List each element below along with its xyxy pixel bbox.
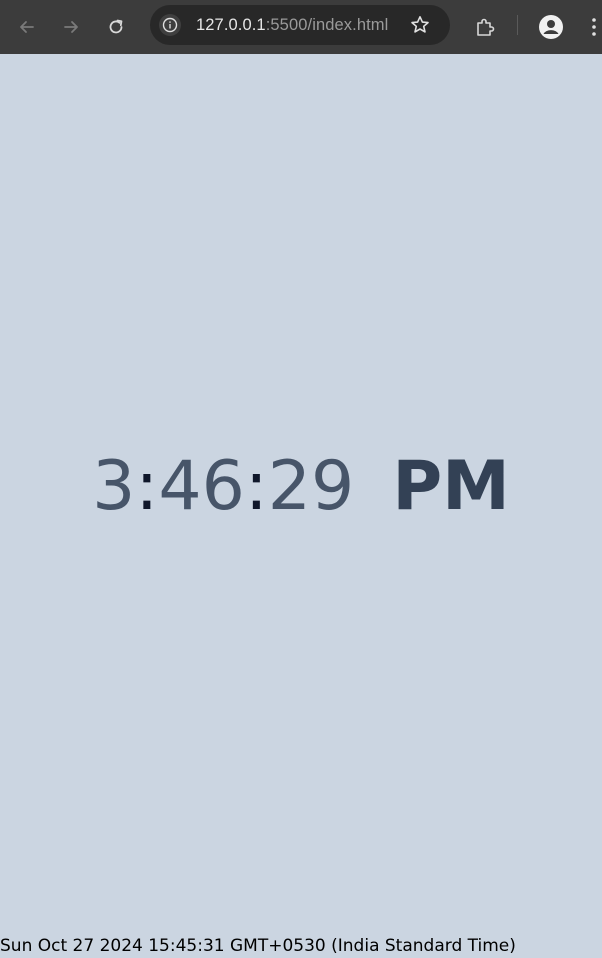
- browser-toolbar: 127.0.0.1:5500/index.html: [0, 0, 602, 54]
- url-path: :5500/index.html: [265, 16, 389, 34]
- clock-minutes: 46: [158, 447, 245, 526]
- star-icon[interactable]: [409, 14, 431, 36]
- forward-button[interactable]: [57, 13, 85, 41]
- url-text[interactable]: 127.0.0.1:5500/index.html: [196, 16, 388, 35]
- clock-hours: 3: [92, 447, 136, 526]
- page-viewport: 3:46:29 PM Sun Oct 27 2024 15:45:31 GMT+0…: [0, 54, 602, 958]
- extensions-button[interactable]: [471, 13, 499, 41]
- clock-ampm: PM: [392, 447, 510, 526]
- digital-clock: 3:46:29 PM: [0, 447, 602, 527]
- menu-button[interactable]: [586, 13, 602, 41]
- kebab-menu-icon: [592, 18, 596, 36]
- reload-icon: [109, 19, 123, 34]
- clock-separator: :: [135, 447, 159, 526]
- address-bar[interactable]: 127.0.0.1:5500/index.html: [150, 5, 450, 45]
- toolbar-divider: [517, 15, 518, 35]
- url-host: 127.0.0.1: [196, 16, 266, 34]
- profile-button[interactable]: [537, 13, 565, 41]
- reload-button[interactable]: [102, 13, 130, 41]
- clock-separator: :: [244, 447, 268, 526]
- date-string: Sun Oct 27 2024 15:45:31 GMT+0530 (India…: [0, 936, 516, 956]
- arrow-left-icon: [20, 21, 34, 33]
- profile-icon: [539, 15, 563, 39]
- puzzle-icon: [477, 18, 495, 36]
- info-icon[interactable]: [159, 14, 181, 36]
- clock-seconds: 29: [267, 447, 355, 526]
- back-button[interactable]: [13, 13, 41, 41]
- arrow-right-icon: [64, 21, 78, 33]
